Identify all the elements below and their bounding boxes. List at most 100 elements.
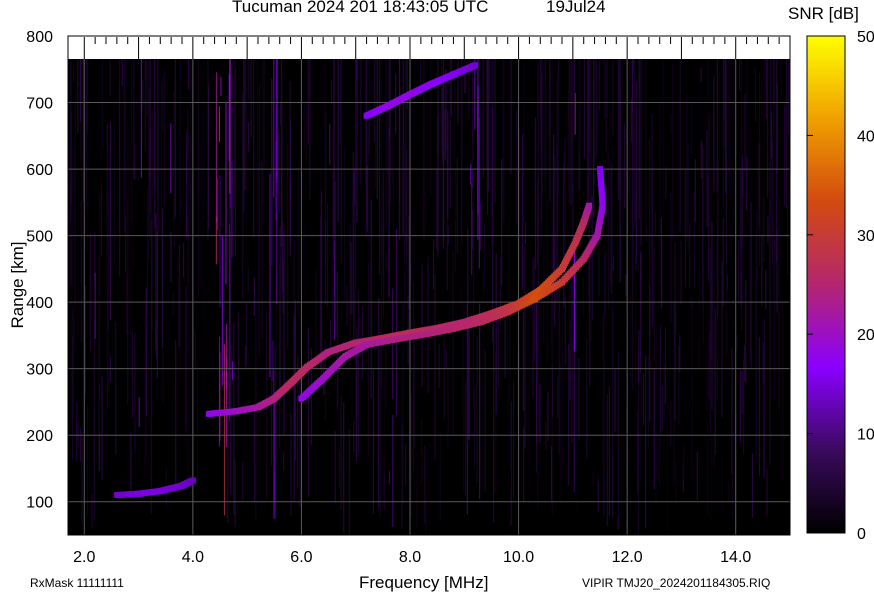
x-tick-label: 8.0 [399, 549, 421, 566]
noise-stripe [324, 59, 326, 221]
noise-stripe [162, 350, 164, 403]
noise-stripe [130, 432, 132, 495]
noise-stripe [406, 149, 408, 265]
noise-stripe [334, 181, 336, 328]
noise-stripe [487, 227, 489, 307]
y-tick-label: 200 [26, 428, 53, 445]
noise-stripe [281, 77, 283, 124]
noise-stripe [603, 315, 605, 517]
noise-stripe [663, 364, 665, 423]
noise-stripe [607, 149, 609, 222]
echo-point-extraordinary [597, 166, 603, 173]
noise-stripe [151, 59, 153, 220]
noise-stripe [569, 282, 571, 335]
noise-stripe [689, 224, 691, 289]
noise-stripe [229, 59, 231, 194]
noise-stripe [744, 93, 746, 172]
noise-stripe [172, 293, 174, 317]
noise-stripe [545, 86, 547, 235]
noise-stripe [74, 92, 76, 304]
noise-stripe [571, 263, 573, 443]
noise-stripe [741, 371, 743, 414]
y-axis-ticks: 100 200 300 400 500 600 700 800 [26, 29, 53, 512]
noise-stripe [278, 133, 280, 213]
noise-stripe [131, 331, 133, 419]
noise-stripe [138, 397, 140, 427]
noise-stripe [702, 143, 704, 303]
noise-stripe [317, 118, 319, 251]
noise-stripe [341, 280, 343, 335]
noise-stripe [472, 64, 474, 164]
noise-stripe [175, 340, 177, 487]
y-tick-label: 600 [26, 162, 53, 179]
noise-stripe [412, 281, 415, 472]
noise-stripe [131, 59, 133, 223]
noise-stripe [540, 75, 543, 222]
noise-stripe [187, 129, 189, 287]
noise-stripe [773, 105, 775, 298]
noise-stripe [728, 482, 730, 501]
noise-stripe [305, 102, 307, 163]
noise-stripe [647, 355, 649, 448]
noise-stripe [290, 177, 292, 202]
noise-stripe [243, 59, 245, 212]
noise-stripe [425, 59, 427, 232]
noise-stripe [693, 204, 695, 294]
noise-stripe [721, 261, 723, 418]
noise-stripe [305, 241, 307, 337]
noise-stripe [539, 383, 541, 443]
noise-stripe [706, 130, 708, 227]
noise-stripe [654, 213, 656, 236]
noise-stripe [134, 332, 136, 452]
noise-stripe [642, 373, 645, 426]
echo-point-multihop_trace [472, 62, 479, 69]
x-tick-label: 10.0 [503, 549, 534, 566]
noise-stripe [137, 440, 140, 479]
noise-stripe [535, 117, 537, 270]
noise-stripe [202, 204, 204, 408]
noise-stripe [194, 332, 196, 371]
noise-stripe [689, 59, 691, 196]
noise-stripe [782, 59, 784, 218]
colorbar-tick-label: 50 [857, 29, 874, 46]
noise-stripe [579, 59, 581, 228]
noise-stripe [80, 200, 82, 343]
noise-stripe [574, 93, 576, 135]
noise-stripe [353, 171, 355, 358]
noise-stripe [674, 228, 676, 301]
noise-stripe [670, 192, 672, 323]
noise-stripe [230, 290, 232, 306]
noise-stripe [122, 59, 124, 219]
noise-stripe [778, 97, 780, 181]
noise-stripe [662, 239, 664, 303]
noise-stripe [722, 218, 724, 307]
noise-stripe [157, 59, 159, 233]
noise-stripe [630, 313, 632, 408]
noise-stripe [378, 298, 380, 509]
noise-stripe [578, 357, 580, 440]
noise-stripe [564, 297, 566, 365]
noise-stripe [368, 121, 370, 154]
noise-stripe [503, 59, 505, 231]
noise-stripe [679, 59, 681, 232]
noise-stripe [379, 329, 381, 517]
noise-stripe [614, 368, 616, 432]
noise-stripe [448, 193, 450, 387]
noise-stripe [561, 304, 563, 472]
noise-stripe [155, 213, 157, 297]
noise-stripe [456, 157, 458, 254]
noise-stripe [287, 144, 289, 350]
noise-stripe [447, 367, 449, 449]
noise-stripe [233, 322, 235, 515]
noise-stripe [769, 308, 771, 465]
noise-stripe [331, 80, 333, 105]
noise-stripe [445, 350, 447, 370]
noise-stripe [365, 80, 367, 101]
noise-stripe [660, 324, 662, 435]
noise-stripe [447, 111, 449, 219]
noise-stripe [729, 216, 731, 325]
noise-stripe [636, 411, 639, 494]
noise-stripe [771, 140, 773, 264]
noise-stripe [87, 405, 89, 516]
noise-stripe [452, 251, 454, 436]
